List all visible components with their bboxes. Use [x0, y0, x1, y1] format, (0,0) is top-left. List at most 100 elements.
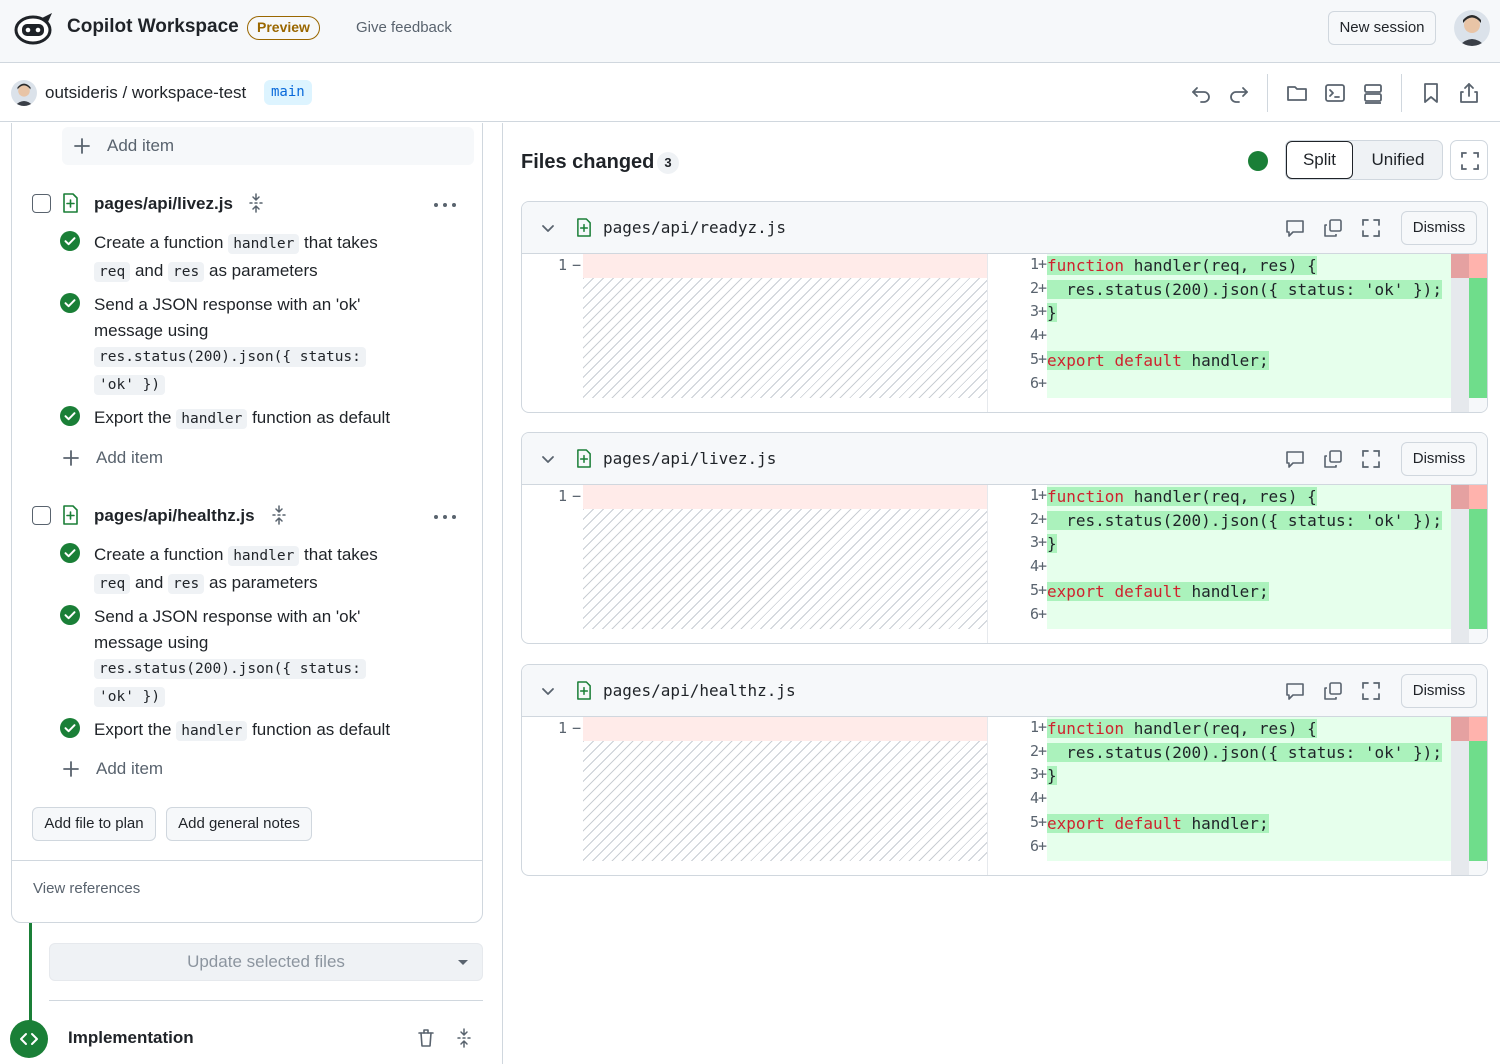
redo-icon[interactable] — [1228, 82, 1250, 104]
added-line-sign: + — [1038, 836, 1048, 855]
plan-task[interactable]: Create a function handler that takes req… — [94, 542, 424, 597]
split-view-button[interactable]: Split — [1286, 141, 1353, 179]
file-added-icon — [62, 193, 79, 213]
file-added-icon — [576, 218, 592, 237]
caret-down-icon — [458, 960, 468, 965]
fullscreen-button[interactable] — [1450, 140, 1488, 180]
code-line: } — [1047, 766, 1057, 786]
expand-icon[interactable] — [1361, 449, 1381, 469]
expand-icon[interactable] — [1361, 218, 1381, 238]
new-line-number: 4 — [1029, 789, 1039, 808]
file-checkbox-livez[interactable] — [32, 194, 51, 213]
copy-icon[interactable] — [1323, 218, 1343, 238]
new-line-number: 1 — [1029, 718, 1039, 736]
give-feedback-link[interactable]: Give feedback — [356, 19, 452, 36]
diff-header: pages/api/livez.js Dismiss — [522, 433, 1487, 485]
dismiss-button[interactable]: Dismiss — [1401, 211, 1477, 245]
chevron-down-icon[interactable] — [540, 451, 556, 467]
plus-icon — [63, 450, 79, 466]
old-line-sign: − — [572, 256, 582, 274]
comment-icon[interactable] — [1285, 681, 1305, 701]
new-session-button[interactable]: New session — [1328, 11, 1436, 45]
plan-file-title[interactable]: pages/api/healthz.js — [94, 506, 255, 526]
branch-badge[interactable]: main — [264, 80, 312, 105]
diff-file-name[interactable]: pages/api/readyz.js — [603, 218, 786, 237]
diff-header: pages/api/readyz.js Dismiss — [522, 202, 1487, 254]
check-circle-icon — [60, 718, 80, 738]
undo-icon[interactable] — [1190, 82, 1212, 104]
file-added-icon — [576, 449, 592, 468]
old-line-sign: − — [572, 719, 582, 737]
comment-icon[interactable] — [1285, 218, 1305, 238]
empty-diff-area — [583, 278, 987, 398]
chevron-down-icon[interactable] — [540, 683, 556, 699]
file-checkbox-healthz[interactable] — [32, 506, 51, 525]
app-title[interactable]: Copilot Workspace — [67, 16, 239, 38]
folder-icon[interactable] — [1286, 82, 1308, 104]
view-references-link[interactable]: View references — [33, 880, 140, 897]
dismiss-button[interactable]: Dismiss — [1401, 442, 1477, 476]
unified-view-button[interactable]: Unified — [1353, 141, 1443, 179]
new-line-number: 6 — [1029, 373, 1039, 392]
terminal-icon[interactable] — [1324, 82, 1346, 104]
add-general-notes-button[interactable]: Add general notes — [166, 807, 312, 841]
plan-task[interactable]: Export the handler function as default — [94, 717, 424, 745]
file-added-icon — [576, 681, 592, 700]
add-file-to-plan-button[interactable]: Add file to plan — [32, 807, 156, 841]
diff-card: pages/api/healthz.js Dismiss 1 − 1 + funct… — [521, 664, 1488, 876]
more-options-icon[interactable] — [433, 513, 457, 521]
new-line-number: 4 — [1029, 326, 1039, 345]
plus-icon — [74, 138, 90, 154]
share-icon[interactable] — [1458, 82, 1480, 104]
code-line: function handler(req, res) { — [1047, 719, 1317, 738]
plan-card: Add item pages/api/livez.js Create a fun… — [11, 123, 483, 923]
top-bar: Copilot Workspace Preview Give feedback … — [0, 0, 1500, 63]
old-line-number: 1 — [558, 719, 568, 737]
collapse-icon[interactable] — [247, 193, 265, 213]
copilot-logo-icon[interactable] — [12, 10, 56, 46]
diff-card: pages/api/readyz.js Dismiss 1 − 1 + functi… — [521, 201, 1488, 413]
added-line-sign: + — [1038, 349, 1048, 368]
added-line-sign: + — [1038, 255, 1048, 273]
new-line-number: 3 — [1029, 302, 1039, 321]
check-circle-icon — [60, 605, 80, 625]
plan-task[interactable]: Send a JSON response with an 'ok' messag… — [94, 604, 384, 710]
old-line-sign: − — [572, 487, 582, 505]
add-item-row[interactable]: Add item — [62, 127, 474, 165]
implementation-title[interactable]: Implementation — [68, 1028, 194, 1048]
diff-file-name[interactable]: pages/api/healthz.js — [603, 681, 796, 700]
plan-file-title[interactable]: pages/api/livez.js — [94, 194, 233, 214]
plan-task[interactable]: Send a JSON response with an 'ok' messag… — [94, 292, 384, 398]
collapse-icon[interactable] — [455, 1028, 473, 1048]
new-line-number: 6 — [1029, 604, 1039, 623]
add-item-button[interactable]: Add item — [73, 134, 174, 158]
copy-icon[interactable] — [1323, 681, 1343, 701]
comment-icon[interactable] — [1285, 449, 1305, 469]
repo-path[interactable]: outsideris / workspace-test — [45, 83, 246, 103]
plan-task[interactable]: Create a function handler that takes req… — [94, 230, 424, 285]
user-avatar[interactable] — [1454, 10, 1490, 46]
update-selected-files-select[interactable]: Update selected files — [49, 943, 483, 981]
copy-icon[interactable] — [1323, 449, 1343, 469]
trash-icon[interactable] — [417, 1028, 435, 1048]
new-line-number: 5 — [1029, 349, 1039, 368]
new-line-number: 2 — [1029, 741, 1039, 760]
add-item-button[interactable]: Add item — [62, 446, 163, 470]
dismiss-button[interactable]: Dismiss — [1401, 674, 1477, 708]
diff-file-name[interactable]: pages/api/livez.js — [603, 449, 776, 468]
code-line: } — [1047, 303, 1057, 323]
diff-body: 1 − 1 + function handler(req, res) {2 + res… — [522, 485, 1487, 643]
bookmark-icon[interactable] — [1420, 82, 1442, 104]
collapse-icon[interactable] — [270, 505, 288, 525]
server-icon[interactable] — [1362, 82, 1384, 104]
chevron-down-icon[interactable] — [540, 220, 556, 236]
added-line-sign: + — [1038, 302, 1048, 321]
more-options-icon[interactable] — [433, 201, 457, 209]
code-line: function handler(req, res) { — [1047, 256, 1317, 275]
add-item-button[interactable]: Add item — [62, 757, 163, 781]
diff-header: pages/api/healthz.js Dismiss — [522, 665, 1487, 717]
plan-task[interactable]: Export the handler function as default — [94, 405, 424, 433]
added-line-sign: + — [1038, 326, 1048, 345]
files-count-badge: 3 — [657, 152, 679, 174]
expand-icon[interactable] — [1361, 681, 1381, 701]
